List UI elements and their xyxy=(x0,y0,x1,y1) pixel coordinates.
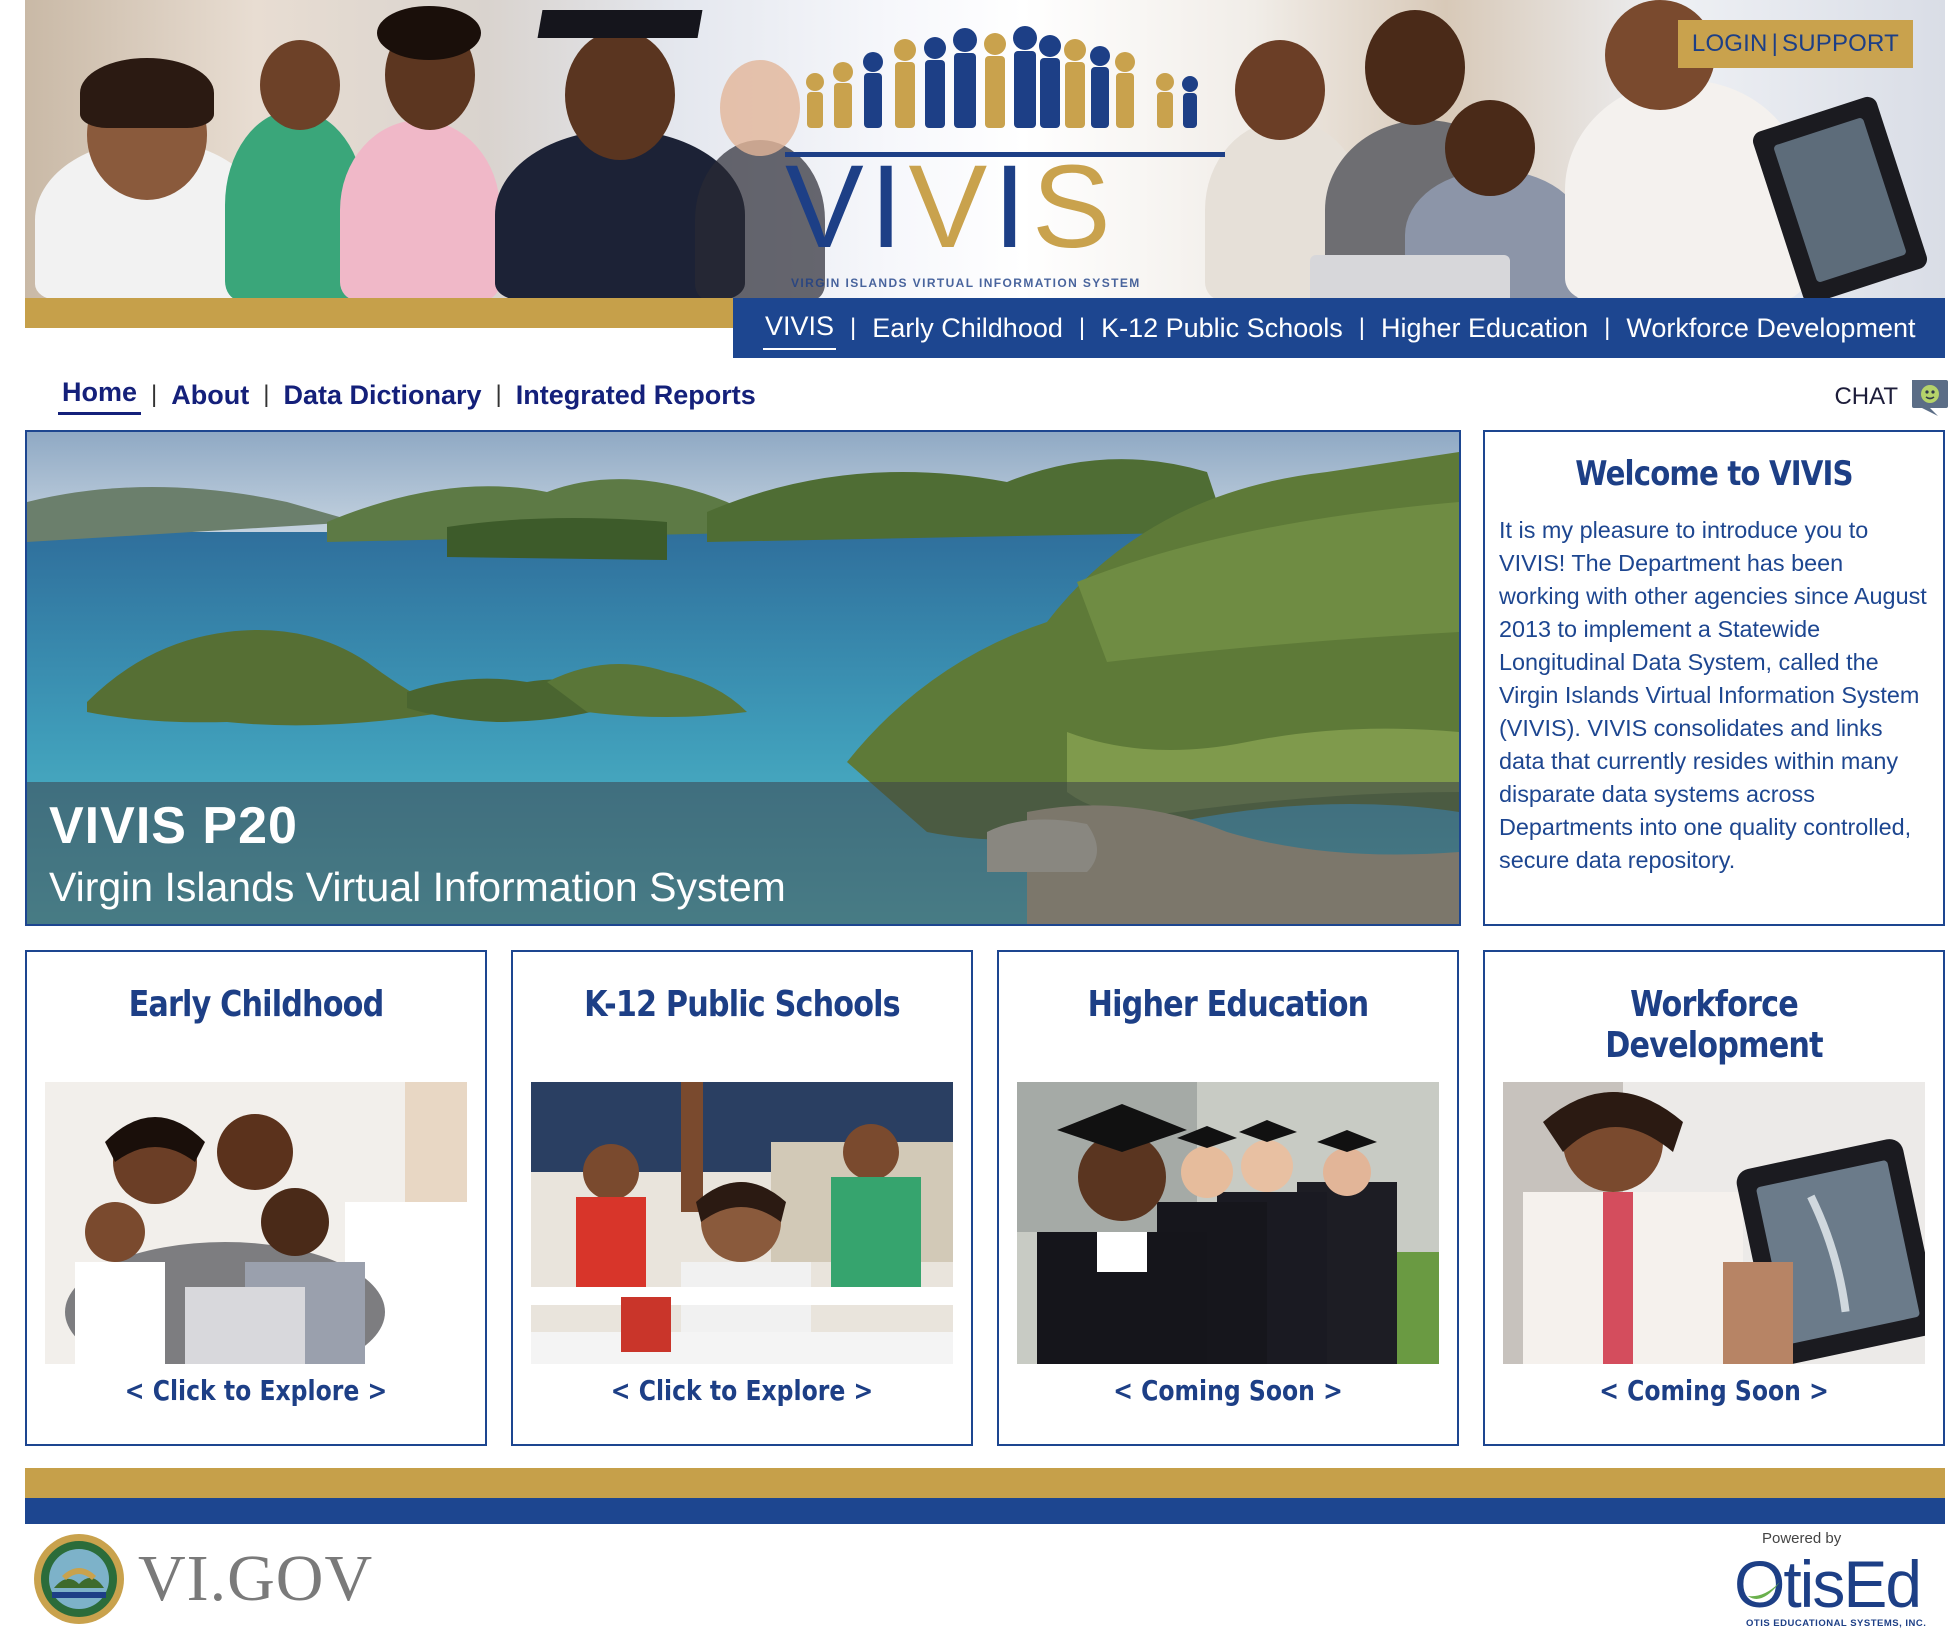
domain-nav-workforce[interactable]: Workforce Development xyxy=(1624,309,1917,348)
welcome-panel: Welcome to VIVIS It is my pleasure to in… xyxy=(1483,430,1945,926)
vigov-link[interactable]: VI.GOV xyxy=(32,1532,373,1626)
classroom-students-image xyxy=(531,1082,953,1364)
chat-label: CHAT xyxy=(1834,383,1898,410)
logo-subtitle: VIRGIN ISLANDS VIRTUAL INFORMATION SYSTE… xyxy=(791,276,1141,290)
card-title: Early Childhood xyxy=(128,984,385,1025)
otised-company: OTIS EDUCATIONAL SYSTEMS, INC. xyxy=(1746,1618,1927,1629)
domain-nav-k12[interactable]: K-12 Public Schools xyxy=(1099,309,1345,348)
card-explore-link[interactable]: < Click to Explore > xyxy=(550,1374,935,1407)
vigov-label: VI.GOV xyxy=(138,1542,374,1615)
nav-separator: | xyxy=(1604,314,1611,341)
hero-subtitle: Virgin Islands Virtual Information Syste… xyxy=(49,864,786,910)
sub-nav: Home | About | Data Dictionary | Integra… xyxy=(58,372,760,418)
hero-title: VIVIS P20 xyxy=(49,797,298,855)
footer-blue-bar xyxy=(25,1498,1945,1524)
support-link[interactable]: SUPPORT xyxy=(1782,30,1899,58)
people-silhouettes-icon xyxy=(806,26,1198,128)
domain-nav-higher-education[interactable]: Higher Education xyxy=(1379,309,1590,348)
logo-wordmark: VIVIS xyxy=(785,141,1117,273)
otised-swoosh-icon xyxy=(1748,1582,1780,1599)
login-support-separator: | xyxy=(1771,30,1779,57)
doctor-xray-image xyxy=(1503,1082,1925,1364)
card-title: Workforce Development xyxy=(1605,984,1823,1066)
sub-nav-integrated-reports[interactable]: Integrated Reports xyxy=(512,378,760,413)
hero-banner: VIVIS P20 Virgin Islands Virtual Informa… xyxy=(25,430,1461,926)
sub-nav-separator: | xyxy=(151,381,158,408)
vivis-logo: VIVIS VIRGIN ISLANDS VIRTUAL INFORMATION… xyxy=(765,10,1235,300)
card-early-childhood[interactable]: Early Childhood < Click to Explore > xyxy=(25,950,487,1446)
card-higher-education[interactable]: Higher Education < Coming Soon > xyxy=(997,950,1459,1446)
sub-nav-about[interactable]: About xyxy=(167,378,253,413)
welcome-body: It is my pleasure to introduce you to VI… xyxy=(1499,517,1927,873)
virgin-islands-seal-icon xyxy=(34,1534,124,1624)
family-laptop-image xyxy=(45,1082,467,1364)
login-support-box: LOGIN | SUPPORT xyxy=(1677,20,1913,68)
sub-nav-home[interactable]: Home xyxy=(58,375,142,415)
sub-nav-separator: | xyxy=(495,381,502,408)
nav-separator: | xyxy=(1078,314,1086,341)
card-coming-soon-link[interactable]: < Coming Soon > xyxy=(1036,1374,1421,1407)
card-k12-public-schools[interactable]: K-12 Public Schools < Click to Explore > xyxy=(511,950,973,1446)
card-coming-soon-link[interactable]: < Coming Soon > xyxy=(1522,1374,1907,1407)
welcome-title: Welcome to VIVIS xyxy=(1575,454,1853,494)
login-link[interactable]: LOGIN xyxy=(1692,30,1768,58)
footer-gold-bar xyxy=(25,1468,1945,1498)
otised-logo-link[interactable]: Powered by OtisEd OTIS EDUCATIONAL SYSTE… xyxy=(1734,1530,1934,1630)
nav-separator: | xyxy=(1358,314,1365,341)
card-workforce-development[interactable]: Workforce Development < Coming Soon > xyxy=(1483,950,1945,1446)
domain-nav-early-childhood[interactable]: Early Childhood xyxy=(870,309,1065,348)
domain-nav: VIVIS | Early Childhood | K-12 Public Sc… xyxy=(733,298,1945,358)
chat-button[interactable]: CHAT xyxy=(1834,376,1950,418)
site-header: VIVIS VIRGIN ISLANDS VIRTUAL INFORMATION… xyxy=(25,0,1945,358)
card-title: Higher Education xyxy=(1087,984,1369,1025)
graduates-image xyxy=(1017,1082,1439,1364)
card-title: K-12 Public Schools xyxy=(584,984,901,1025)
otised-powered-by: Powered by xyxy=(1762,1530,1842,1547)
sub-nav-data-dictionary[interactable]: Data Dictionary xyxy=(279,378,485,413)
nav-separator: | xyxy=(850,314,857,341)
card-explore-link[interactable]: < Click to Explore > xyxy=(64,1374,449,1407)
chat-bubble-icon xyxy=(1912,380,1948,416)
domain-nav-vivis[interactable]: VIVIS xyxy=(763,307,837,350)
sub-nav-separator: | xyxy=(263,381,270,408)
